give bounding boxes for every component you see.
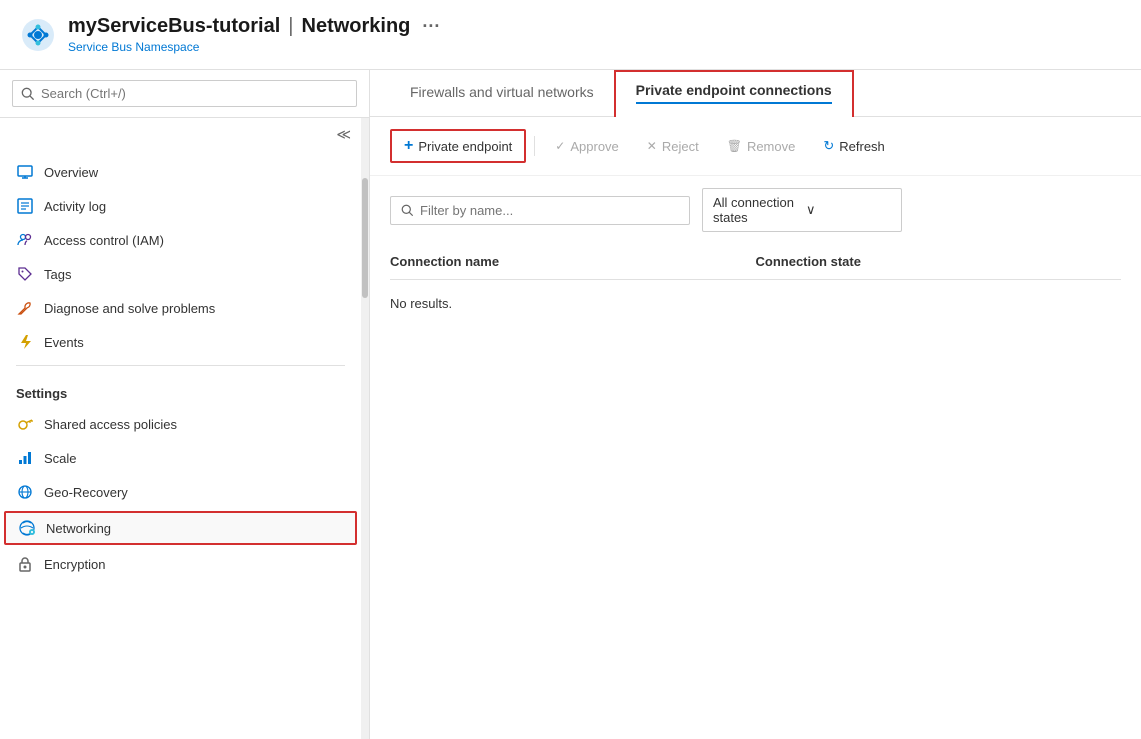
dropdown-current-value: All connection states: [713, 195, 798, 225]
settings-section-label: Settings: [0, 372, 361, 407]
sidebar-item-events-label: Events: [44, 335, 84, 350]
main-layout: ≪ Overview Activity log: [0, 70, 1141, 739]
sidebar-item-access-control[interactable]: Access control (IAM): [0, 223, 361, 257]
x-icon: ✕: [647, 139, 657, 153]
filter-input[interactable]: [420, 203, 679, 218]
toolbar: + Private endpoint ✓ Approve ✕ Reject 🗑 …: [370, 117, 1141, 176]
people-icon: [16, 231, 34, 249]
add-private-endpoint-button[interactable]: + Private endpoint: [390, 129, 526, 163]
sidebar-scrollbar-thumb[interactable]: [362, 178, 368, 298]
sidebar-item-activity-log-label: Activity log: [44, 199, 106, 214]
sidebar-item-overview[interactable]: Overview: [0, 155, 361, 189]
tab-firewalls[interactable]: Firewalls and virtual networks: [390, 70, 614, 116]
sidebar-item-tags[interactable]: Tags: [0, 257, 361, 291]
refresh-button[interactable]: ↻ Refresh: [811, 132, 896, 160]
col-header-connection-name: Connection name: [390, 254, 756, 269]
approve-label: Approve: [570, 139, 618, 154]
filter-area: All connection states ∨: [370, 176, 1141, 244]
sidebar-item-geo-recovery[interactable]: Geo-Recovery: [0, 475, 361, 509]
service-bus-icon: [20, 17, 56, 53]
list-icon: [16, 197, 34, 215]
sidebar-item-geo-recovery-label: Geo-Recovery: [44, 485, 128, 500]
resource-name: myServiceBus-tutorial: [68, 15, 280, 38]
sidebar-nav: Overview Activity log Access control (IA…: [0, 151, 361, 739]
refresh-icon: ↻: [823, 138, 834, 154]
more-options-button[interactable]: ···: [422, 16, 440, 37]
tab-private-endpoint[interactable]: Private endpoint connections: [614, 70, 854, 117]
sidebar: ≪ Overview Activity log: [0, 70, 370, 739]
chevron-down-icon: ∨: [806, 202, 891, 218]
no-results-message: No results.: [390, 280, 1121, 327]
sidebar-item-events[interactable]: Events: [0, 325, 361, 359]
sidebar-item-encryption[interactable]: Encryption: [0, 547, 361, 581]
sidebar-item-activity-log[interactable]: Activity log: [0, 189, 361, 223]
sidebar-item-scale[interactable]: Scale: [0, 441, 361, 475]
plus-icon: +: [404, 137, 413, 155]
sidebar-item-shared-access-label: Shared access policies: [44, 417, 177, 432]
page-title: Networking: [302, 15, 411, 38]
sidebar-item-networking[interactable]: Networking: [4, 511, 357, 545]
resource-title: myServiceBus-tutorial | Networking ···: [68, 15, 440, 38]
filter-search-icon: [401, 204, 414, 217]
sidebar-scrollbar[interactable]: [361, 118, 369, 739]
sidebar-item-iam-label: Access control (IAM): [44, 233, 164, 248]
tag-icon: [16, 265, 34, 283]
search-icon: [21, 87, 35, 101]
sidebar-item-overview-label: Overview: [44, 165, 98, 180]
sidebar-inner: ≪ Overview Activity log: [0, 118, 369, 739]
tab-bar: Firewalls and virtual networks Private e…: [370, 70, 1141, 117]
approve-button[interactable]: ✓ Approve: [543, 133, 630, 160]
reject-button[interactable]: ✕ Reject: [635, 133, 711, 160]
settings-divider: [16, 365, 345, 366]
filter-input-box[interactable]: [390, 196, 690, 225]
table-header-row: Connection name Connection state: [390, 244, 1121, 280]
search-input[interactable]: [41, 86, 348, 101]
connection-state-dropdown[interactable]: All connection states ∨: [702, 188, 902, 232]
col-header-connection-state: Connection state: [756, 254, 1122, 269]
title-separator: |: [288, 15, 293, 38]
key-icon: [16, 415, 34, 433]
refresh-label: Refresh: [839, 139, 885, 154]
sidebar-item-diagnose[interactable]: Diagnose and solve problems: [0, 291, 361, 325]
globe-icon: [16, 483, 34, 501]
sidebar-item-encryption-label: Encryption: [44, 557, 105, 572]
page-header: myServiceBus-tutorial | Networking ··· S…: [0, 0, 1141, 70]
sidebar-collapse-button[interactable]: ≪: [334, 124, 353, 145]
header-text-block: myServiceBus-tutorial | Networking ··· S…: [68, 15, 440, 54]
search-box[interactable]: [12, 80, 357, 107]
remove-button[interactable]: 🗑 Remove: [715, 133, 808, 160]
add-private-endpoint-label: Private endpoint: [418, 139, 512, 154]
network-icon: [18, 519, 36, 537]
lightning-icon: [16, 333, 34, 351]
connection-table: Connection name Connection state No resu…: [370, 244, 1141, 739]
reject-label: Reject: [662, 139, 699, 154]
monitor-icon: [16, 163, 34, 181]
content-area: Firewalls and virtual networks Private e…: [370, 70, 1141, 739]
trash-icon: 🗑: [727, 139, 742, 153]
wrench-icon: [16, 299, 34, 317]
resource-type-label: Service Bus Namespace: [68, 40, 440, 54]
sidebar-item-scale-label: Scale: [44, 451, 77, 466]
sidebar-item-tags-label: Tags: [44, 267, 71, 282]
lock-icon: [16, 555, 34, 573]
sidebar-search-area: [0, 70, 369, 118]
check-icon: ✓: [555, 139, 565, 153]
toolbar-separator-1: [534, 136, 535, 156]
remove-label: Remove: [747, 139, 795, 154]
scale-icon: [16, 449, 34, 467]
sidebar-item-networking-label: Networking: [46, 521, 111, 536]
sidebar-item-diagnose-label: Diagnose and solve problems: [44, 301, 215, 316]
sidebar-item-shared-access[interactable]: Shared access policies: [0, 407, 361, 441]
